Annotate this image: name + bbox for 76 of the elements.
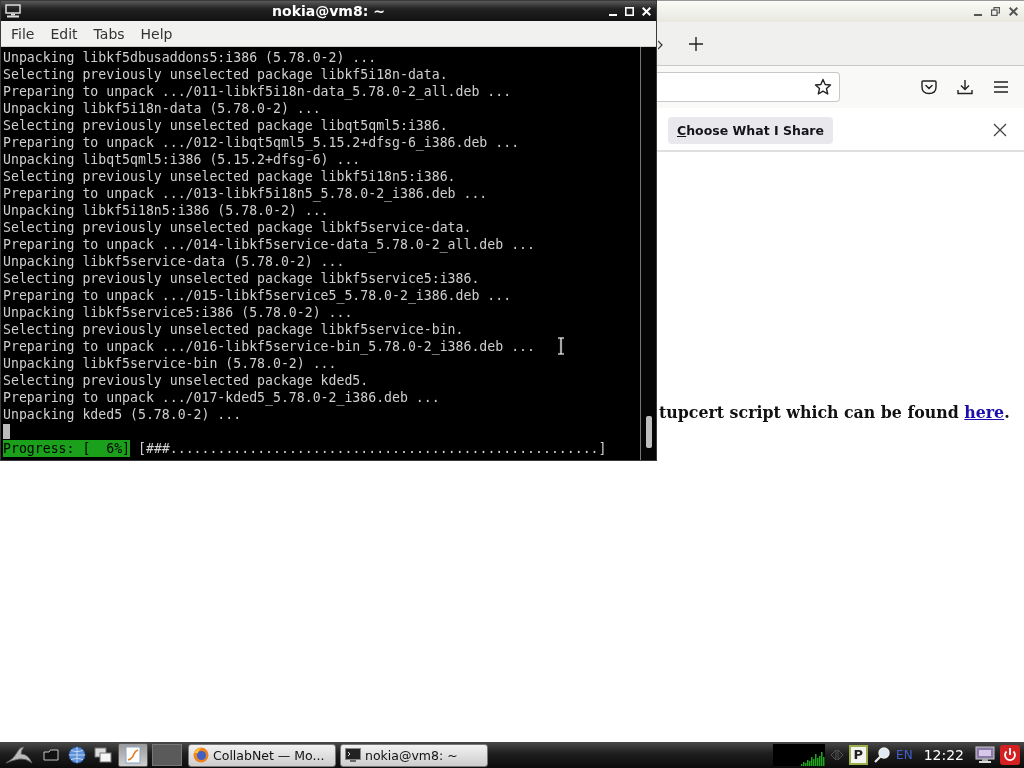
terminal-line: Preparing to unpack .../017-kded5_5.78.0-2_i386.deb ... [3, 389, 440, 406]
terminal-line: Preparing to unpack .../015-libkf5service5_5.78.0-2_i386.deb ... [3, 287, 512, 304]
terminal-line: Preparing to unpack .../014-libkf5service-data_5.78.0-2_all.deb ... [3, 236, 535, 253]
globe-icon [68, 746, 86, 764]
pocket-icon [921, 79, 937, 95]
panel-slot [152, 744, 182, 766]
download-icon [957, 79, 973, 95]
terminal-line: Selecting previously unselected package libkf5i18n-data. [3, 66, 448, 83]
terminal-line: Preparing to unpack .../013-libkf5i18n5_5.78.0-2_i386.deb ... [3, 185, 488, 202]
document-icon [125, 746, 141, 764]
monitor-icon[interactable] [975, 746, 995, 764]
clock[interactable]: 12:22 [923, 747, 964, 763]
share-settings-button[interactable]: Choose What I Share [668, 116, 833, 144]
minimize-icon [973, 14, 982, 16]
launcher-button[interactable] [118, 743, 148, 767]
terminal-line: Selecting previously unselected package libqt5qml5:i386. [3, 117, 448, 134]
scrollbar-thumb[interactable] [645, 416, 652, 448]
window-title: nokia@vm8: ~ [272, 3, 385, 19]
terminal-line: Unpacking libqt5qml5:i386 (5.15.2+dfsg-6) ... [3, 151, 361, 168]
terminal-line: Preparing to unpack .../016-libkf5service-bin_5.78.0-2_i386.deb ... [3, 338, 535, 355]
terminal-line: Unpacking libkf5i18n-data (5.78.0-2) ... [3, 100, 321, 117]
terminal-line: Preparing to unpack .../012-libqt5qml5_5.15.2+dfsg-6_i386.deb ... [3, 134, 520, 151]
restore-button[interactable] [989, 5, 1002, 18]
restore-icon [991, 7, 1000, 16]
monitor-icon [5, 4, 21, 18]
browser-icon [193, 747, 209, 763]
close-button[interactable] [1007, 5, 1020, 18]
task-title: nokia@vm8: ~ [365, 747, 458, 763]
magnifier-icon[interactable] [873, 746, 892, 764]
maximize-button[interactable] [623, 4, 636, 18]
terminal-line: Unpacking libkf5i18n5:i386 (5.78.0-2) ... [3, 202, 329, 219]
double-arrow-icon[interactable] [829, 749, 844, 761]
clipboard-indicator[interactable]: P [848, 745, 869, 765]
close-icon [993, 123, 1007, 137]
power-icon[interactable] [1000, 745, 1020, 765]
menu-item[interactable]: Edit [42, 23, 86, 44]
minimize-icon [608, 13, 617, 16]
terminal-cursor [3, 424, 10, 439]
terminal-line: Selecting previously unselected package libkf5service5:i386. [3, 270, 480, 287]
terminal-line: Unpacking libkf5service5:i386 (5.78.0-2) ... [3, 304, 353, 321]
text-cursor-icon [557, 337, 565, 355]
terminal-line: Unpacking kded5 (5.78.0-2) ... [3, 406, 242, 423]
text-link[interactable]: here [964, 403, 1005, 422]
task-button[interactable]: CollabNet — Mo... [188, 743, 336, 767]
terminal-line: Preparing to unpack .../011-libkf5i18n-data_5.78.0-2_all.deb ... [3, 83, 512, 100]
progress-bar-text: [###......................................................] [138, 440, 607, 457]
start-menu-icon [4, 745, 34, 765]
terminal-line: Selecting previously unselected package libkf5i18n5:i386. [3, 168, 456, 185]
terminal-line: Selecting previously unselected package libkf5service-data. [3, 219, 472, 236]
menu-icon [993, 80, 1009, 94]
folder-icon [43, 749, 59, 761]
close-icon [642, 6, 651, 16]
menu-item[interactable]: Help [132, 23, 181, 44]
menu-item[interactable]: File [3, 23, 43, 44]
scrollbar[interactable] [640, 47, 656, 460]
task-title: CollabNet — Mo... [213, 747, 325, 763]
address-field[interactable] [657, 72, 840, 102]
terminal-line: Selecting previously unselected package libkf5service-bin. [3, 321, 464, 338]
close-icon [1009, 7, 1018, 16]
terminal-line: Selecting previously unselected package kded5. [3, 372, 369, 389]
terminal-line: Unpacking libkf5service-bin (5.78.0-2) ... [3, 355, 337, 372]
maximize-icon [625, 6, 634, 16]
bookmark-button[interactable] [812, 76, 834, 98]
progress-label: Progress: [ 6%] [3, 440, 131, 457]
menu-item[interactable]: Tabs [85, 23, 133, 44]
star-icon [814, 78, 832, 96]
overlapping-windows-icon [94, 747, 112, 763]
terminal-line: Unpacking libkf5service-data (5.78.0-2) ... [3, 253, 345, 270]
plus-icon [689, 36, 703, 51]
task-button[interactable]: nokia@vm8: ~ [340, 743, 488, 767]
terminal-line: Unpacking libkf5dbusaddons5:i386 (5.78.0-2) ... [3, 49, 377, 66]
web-browser-button[interactable] [66, 743, 88, 767]
close-button[interactable] [640, 4, 653, 18]
cpu-usage-graph [772, 744, 825, 766]
terminal-icon [345, 748, 361, 762]
paragraph-text: tupcert script which can be found here. [658, 403, 1011, 423]
